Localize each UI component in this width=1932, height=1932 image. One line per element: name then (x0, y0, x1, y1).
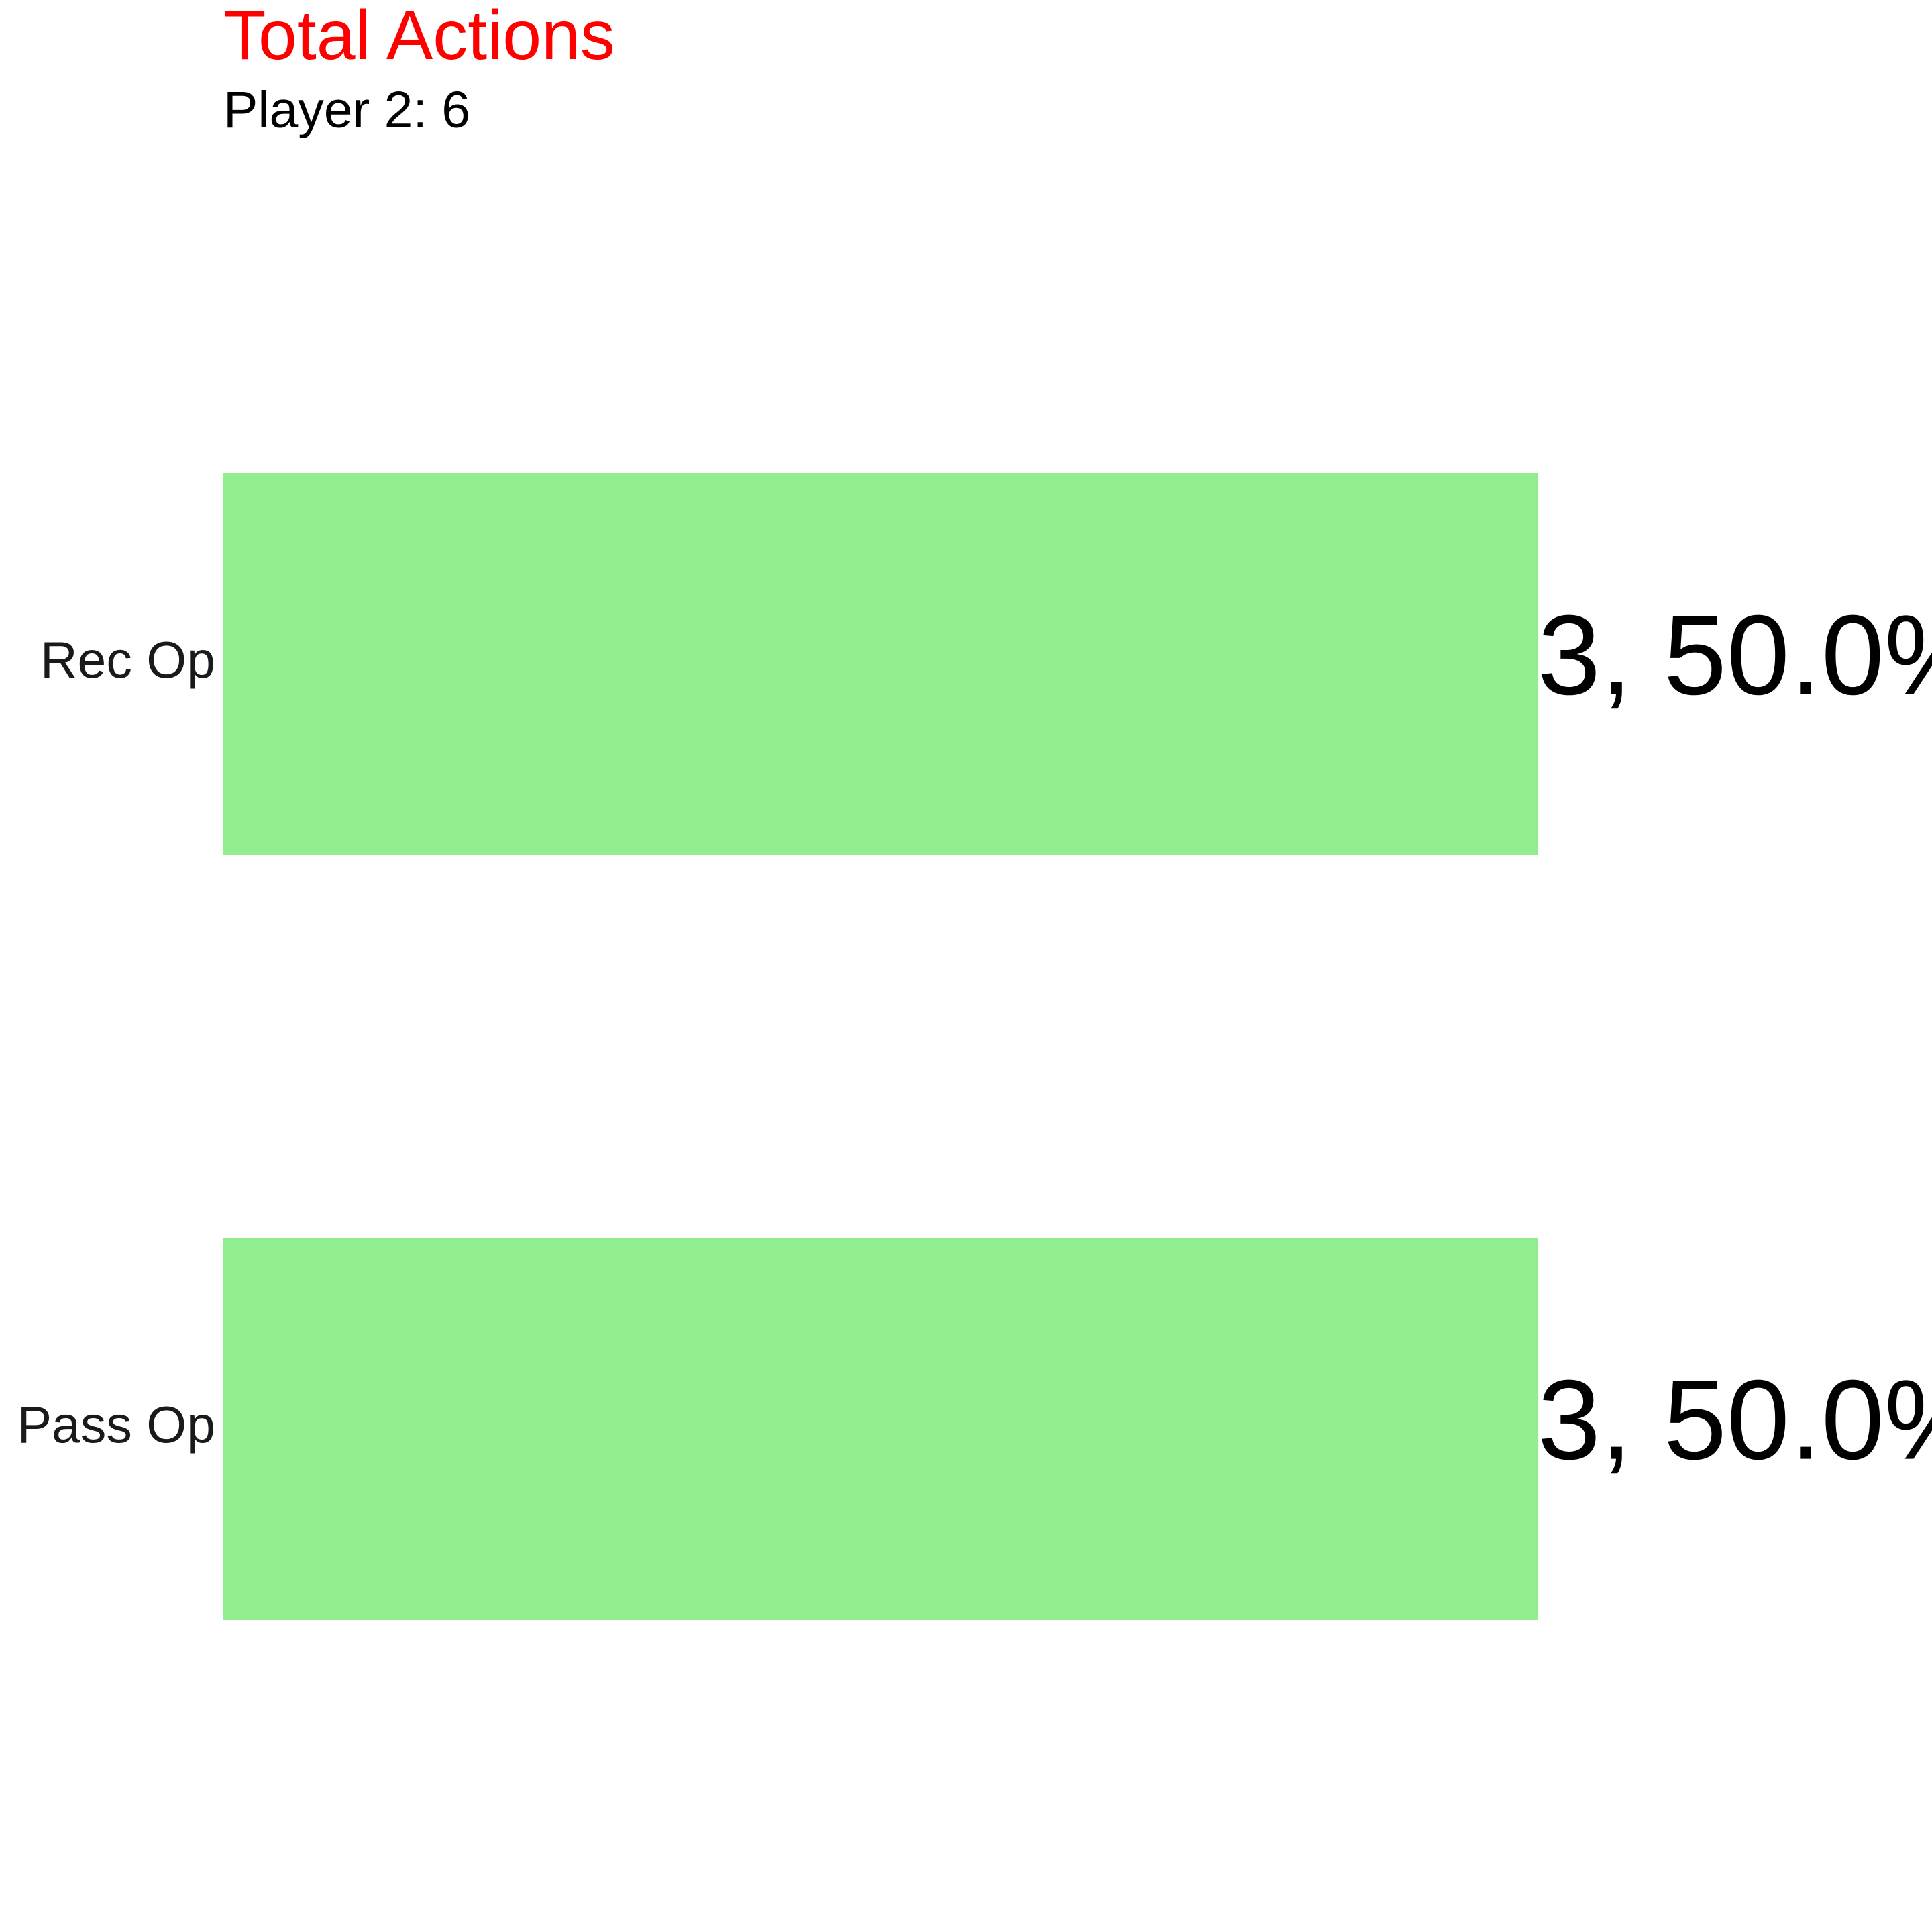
bars-layer (223, 473, 1538, 1620)
chart-subtitle: Player 2: 6 (223, 81, 470, 139)
chart-title: Total Actions (223, 0, 615, 74)
bar-rec-op (223, 473, 1538, 855)
bar-value-label: 3, 50.0% (1538, 1356, 1932, 1483)
y-axis-tick-labels: Rec Op Pass Op (17, 631, 215, 1454)
y-tick-label: Pass Op (17, 1396, 215, 1454)
data-labels: 3, 50.0% 3, 50.0% (1538, 592, 1932, 1483)
bar-value-label: 3, 50.0% (1538, 592, 1932, 718)
bar-pass-op (223, 1238, 1538, 1620)
chart-canvas: Total Actions Player 2: 6 Rec OpPass Op … (17, 0, 1932, 1620)
bar-chart: Total Actions Player 2: 6 Rec Op Pass Op … (0, 0, 1932, 1932)
y-tick-label: Rec Op (40, 631, 215, 689)
